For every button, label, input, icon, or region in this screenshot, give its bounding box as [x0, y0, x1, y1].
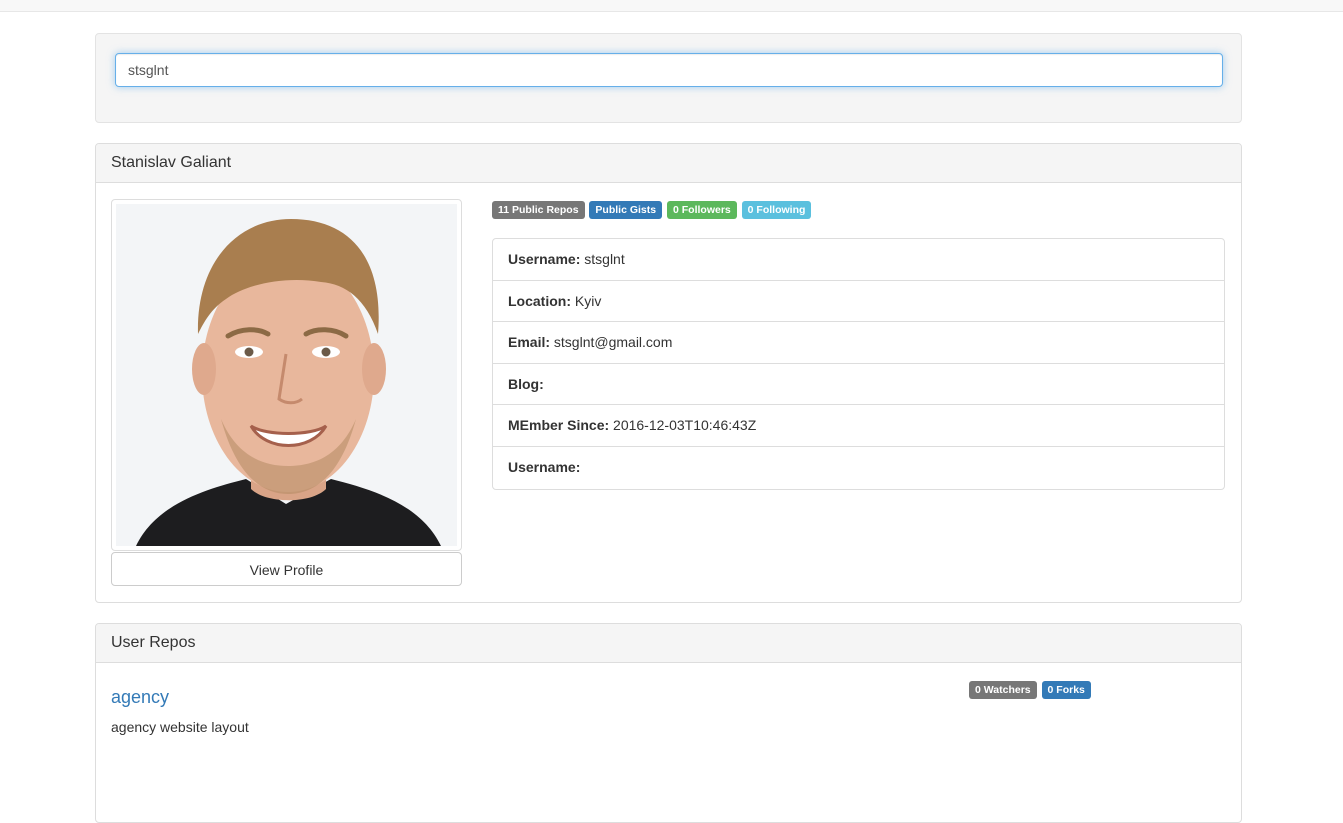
profile-details-list: Username: stsglnt Location: Kyiv Email: … [492, 238, 1225, 490]
view-profile-button[interactable]: View Profile [111, 552, 462, 586]
search-well [95, 33, 1242, 123]
detail-email: Email: stsglnt@gmail.com [493, 322, 1224, 364]
detail-value: 2016-12-03T10:46:43Z [613, 417, 757, 434]
avatar [116, 204, 457, 546]
repos-heading: User Repos [96, 624, 1241, 663]
detail-label: Email: [508, 334, 551, 351]
detail-label: MEmber Since: [508, 417, 610, 434]
detail-location: Location: Kyiv [493, 281, 1224, 323]
repo-link[interactable]: agency [111, 687, 169, 708]
detail-username: Username: stsglnt [493, 239, 1224, 281]
search-input[interactable] [115, 53, 1223, 87]
repo-badges: 0 Watchers 0 Forks [969, 681, 1092, 699]
public-gists-badge: Public Gists [589, 201, 663, 219]
detail-label: Username: [508, 458, 581, 475]
top-navbar [0, 0, 1343, 12]
detail-label: Location: [508, 292, 571, 309]
detail-member-since: MEmber Since: 2016-12-03T10:46:43Z [493, 405, 1224, 447]
repos-panel: User Repos agency agency website layout … [95, 623, 1242, 823]
public-repos-badge: 11 Public Repos [492, 201, 585, 219]
detail-label: Blog: [508, 375, 544, 392]
followers-badge: 0 Followers [667, 201, 737, 219]
profile-badges: 11 Public Repos Public Gists 0 Followers… [492, 201, 812, 219]
profile-name-heading: Stanislav Galiant [96, 144, 1241, 183]
forks-badge: 0 Forks [1041, 681, 1091, 699]
following-badge: 0 Following [741, 201, 812, 219]
repo-description: agency website layout [111, 719, 249, 735]
profile-panel: Stanislav Galiant View Profile 11 Public… [95, 143, 1242, 603]
avatar-thumbnail [111, 199, 462, 551]
detail-value: stsglnt@gmail.com [553, 334, 673, 351]
watchers-badge: 0 Watchers [969, 681, 1037, 699]
detail-value: Kyiv [574, 292, 602, 309]
avatar-photo-icon [116, 204, 457, 546]
detail-label: Username: [508, 251, 581, 267]
detail-value: stsglnt [584, 251, 625, 267]
detail-blog: Blog: [493, 364, 1224, 406]
detail-username-2: Username: [493, 447, 1224, 489]
